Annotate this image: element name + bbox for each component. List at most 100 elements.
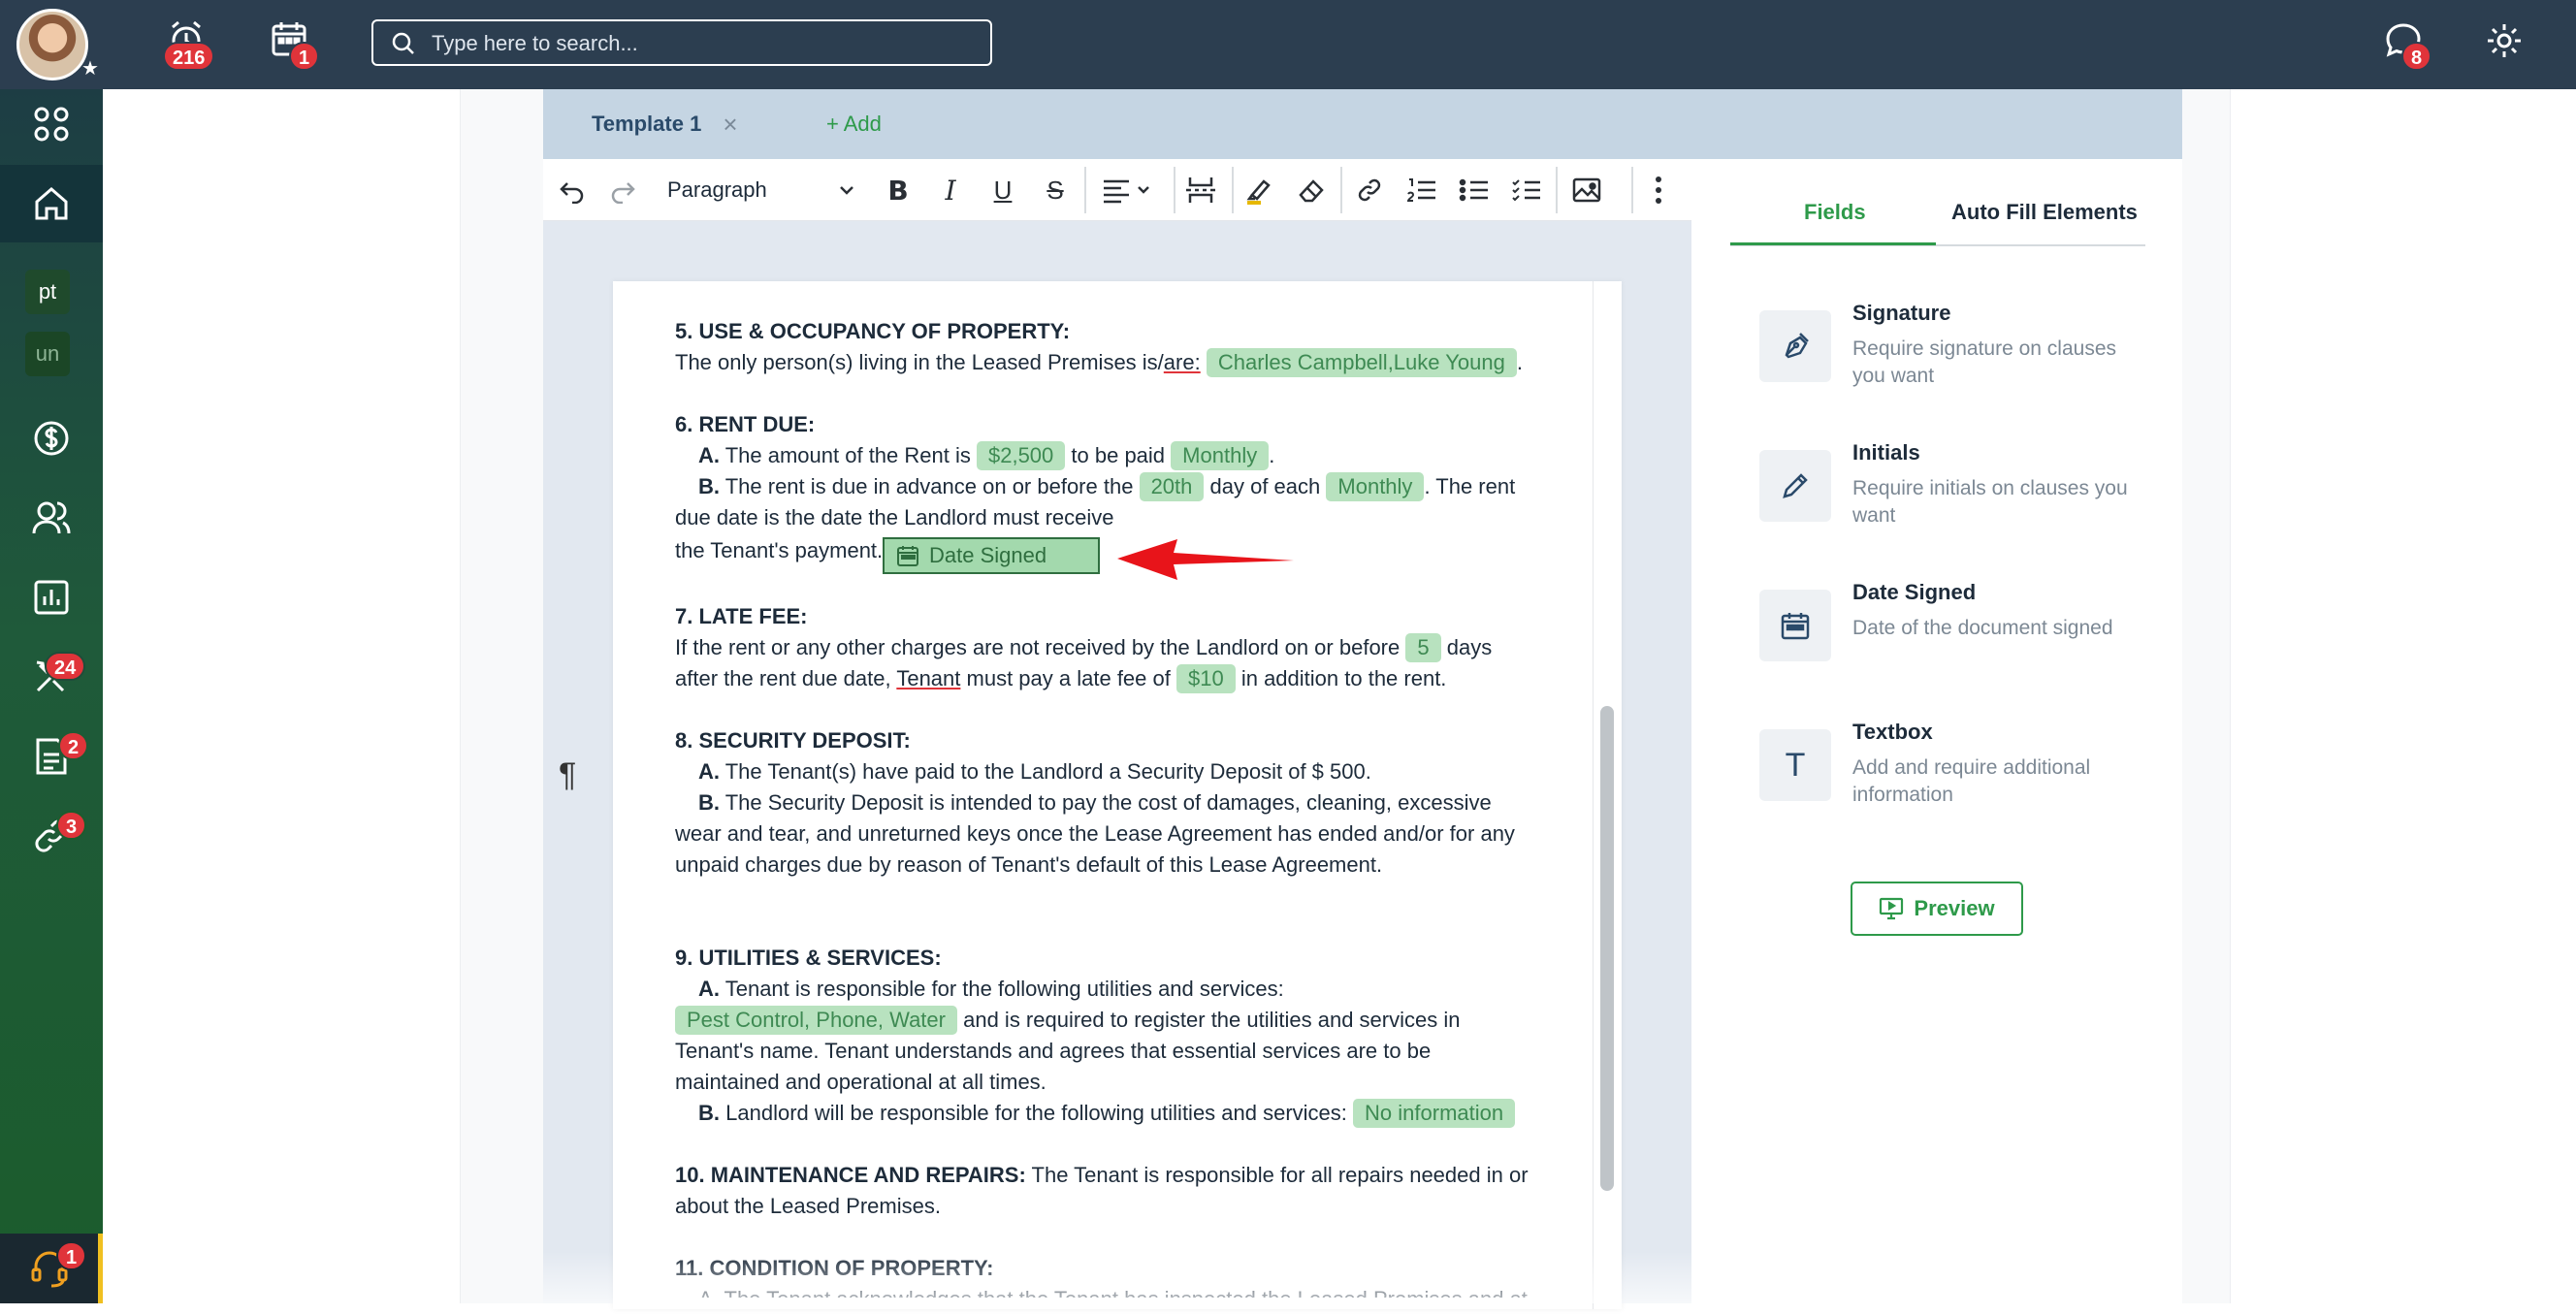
- s9a-text: Tenant is responsible for the following …: [724, 977, 1284, 1001]
- s6a-text2: to be paid: [1071, 443, 1166, 467]
- italic-icon: I: [945, 174, 956, 207]
- tab-fields[interactable]: Fields: [1804, 200, 1866, 225]
- toolbar-divider: [1556, 167, 1558, 213]
- section-9b-line: B. Landlord will be responsible for the …: [675, 1098, 1516, 1129]
- section-9a-line: A. Tenant is responsible for the followi…: [675, 974, 1284, 1005]
- undo-button[interactable]: [553, 171, 592, 209]
- section-5-line: The only person(s) living in the Leased …: [675, 347, 1523, 378]
- ordered-list-icon: [1406, 178, 1435, 202]
- field-initials[interactable]: Initials Require initials on clauses you…: [1759, 440, 2147, 557]
- s8b-text: The Security Deposit is intended to pay …: [724, 790, 1492, 815]
- s10-text: The Tenant is responsible for all repair…: [1031, 1163, 1529, 1187]
- sidebar-item-billing[interactable]: [0, 400, 103, 477]
- sidebar-item-reports[interactable]: [0, 559, 103, 636]
- toolbar-divider: [1084, 167, 1086, 213]
- sidebar-item-links[interactable]: [0, 797, 103, 875]
- tab-auto-fill-elements[interactable]: Auto Fill Elements: [1951, 200, 2138, 225]
- s6b-text3: . The rent: [1424, 474, 1516, 498]
- people-icon: [32, 501, 71, 534]
- calendar-badge: 1: [289, 42, 320, 71]
- date-signed-label: Date Signed: [929, 543, 1047, 567]
- strikethrough-button[interactable]: S: [1036, 171, 1075, 209]
- grace-days-field[interactable]: 5: [1405, 633, 1441, 662]
- toolbar-divider: [1174, 167, 1175, 213]
- occupants-field[interactable]: Charles Campbell,Luke Young: [1206, 348, 1517, 377]
- search-box[interactable]: [371, 19, 992, 66]
- close-tab-icon[interactable]: ×: [723, 110, 737, 140]
- section-8b-line: B. The Security Deposit is intended to p…: [675, 787, 1492, 818]
- insert-image-button[interactable]: [1567, 171, 1606, 209]
- field-signature[interactable]: Signature Require signature on clauses y…: [1759, 301, 2147, 417]
- section-6b-line2: due date is the date the Landlord must r…: [675, 505, 1114, 529]
- more-options-button[interactable]: [1639, 171, 1678, 209]
- preview-button[interactable]: Preview: [1851, 882, 2023, 936]
- align-left-icon: [1104, 179, 1149, 204]
- page-break-icon: [1186, 177, 1215, 203]
- rent-amount-field[interactable]: $2,500: [976, 441, 1066, 470]
- section-5-title: 5. USE & OCCUPANCY OF PROPERTY:: [675, 319, 1071, 343]
- home-icon: [35, 187, 68, 220]
- link-button[interactable]: [1350, 171, 1389, 209]
- search-input[interactable]: [432, 30, 975, 57]
- section-8b-line3: unpaid charges due by reason of Tenant's…: [675, 852, 1383, 877]
- apps-grid-icon: [34, 107, 69, 142]
- support-badge: 1: [56, 1241, 87, 1270]
- section-7-title: 7. LATE FEE:: [675, 604, 808, 628]
- pin-icon: ★: [81, 58, 99, 80]
- italic-button[interactable]: I: [931, 171, 970, 209]
- checklist-button[interactable]: [1507, 171, 1546, 209]
- highlight-button[interactable]: [1240, 171, 1278, 209]
- support-button[interactable]: [0, 1234, 103, 1303]
- links-badge: 3: [56, 811, 87, 840]
- field-textbox-desc: Add and require additional information: [1852, 756, 2091, 806]
- workspace-pt[interactable]: pt: [25, 270, 70, 314]
- align-button[interactable]: [1096, 171, 1158, 209]
- sidebar-item-documents[interactable]: [0, 718, 103, 795]
- paragraph-style-select[interactable]: Paragraph: [667, 171, 861, 209]
- paragraph-mark-icon[interactable]: ¶: [559, 756, 576, 794]
- rent-frequency-field[interactable]: Monthly: [1171, 441, 1270, 470]
- chevron-down-icon: [840, 186, 853, 195]
- tab-template-1[interactable]: Template 1 ×: [543, 89, 776, 159]
- scrollbar-thumb[interactable]: [1600, 706, 1614, 1191]
- tab-template-1-label: Template 1: [592, 112, 702, 136]
- workspace-un[interactable]: un: [25, 332, 70, 376]
- eraser-button[interactable]: [1292, 171, 1331, 209]
- field-textbox[interactable]: T Textbox Add and require additional inf…: [1759, 720, 2147, 836]
- section-8a-line: A. The Tenant(s) have paid to the Landlo…: [675, 756, 1371, 787]
- text-t-icon: T: [1759, 729, 1831, 801]
- ordered-list-button[interactable]: [1402, 171, 1441, 209]
- page-break-button[interactable]: [1181, 171, 1220, 209]
- field-textbox-title: Textbox: [1852, 720, 1933, 744]
- search-icon: [392, 32, 414, 54]
- preview-label: Preview: [1914, 896, 1995, 920]
- date-signed-field[interactable]: Date Signed: [883, 537, 1100, 574]
- eraser-icon: [1299, 179, 1324, 203]
- user-avatar[interactable]: [16, 9, 88, 80]
- s7-text2: days: [1446, 635, 1493, 659]
- s9b-text: Landlord will be responsible for the fol…: [725, 1101, 1347, 1125]
- s7-text1: If the rent or any other charges are not…: [675, 635, 1401, 659]
- field-signature-title: Signature: [1852, 301, 1951, 325]
- tenant-utilities-field[interactable]: Pest Control, Phone, Water: [675, 1006, 957, 1035]
- section-9a-line4: maintained and operational at all times.: [675, 1070, 1046, 1094]
- redo-icon: [611, 182, 635, 204]
- due-period-field[interactable]: Monthly: [1326, 472, 1425, 501]
- redo-button[interactable]: [603, 171, 642, 209]
- sidebar-item-contacts[interactable]: [0, 479, 103, 557]
- sidebar-item-home[interactable]: [0, 165, 103, 242]
- landlord-utilities-field[interactable]: No information: [1353, 1099, 1516, 1128]
- bullet-list-button[interactable]: [1455, 171, 1494, 209]
- bold-button[interactable]: B: [879, 171, 918, 209]
- due-day-field[interactable]: 20th: [1139, 472, 1205, 501]
- settings-gear-icon[interactable]: [2485, 21, 2524, 60]
- sidebar-item-apps[interactable]: [0, 85, 103, 163]
- section-9a-line3: Tenant's name. Tenant understands and ag…: [675, 1039, 1432, 1063]
- section-6-title: 6. RENT DUE:: [675, 412, 816, 436]
- text-t-glyph: T: [1785, 746, 1806, 784]
- underline-button[interactable]: U: [983, 171, 1022, 209]
- add-tab-button[interactable]: + Add: [826, 89, 882, 159]
- field-date-signed[interactable]: Date Signed Date of the document signed: [1759, 580, 2147, 696]
- chat-badge: 8: [2401, 42, 2432, 71]
- late-fee-field[interactable]: $10: [1175, 664, 1236, 693]
